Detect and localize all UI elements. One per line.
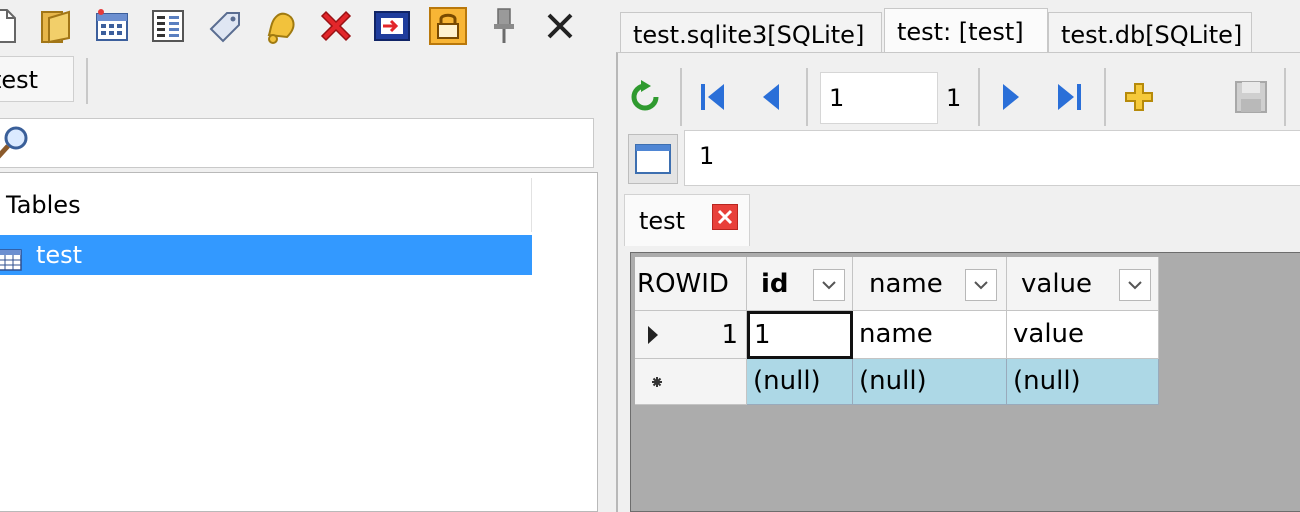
column-header-label: id (761, 269, 789, 299)
tree-item-label: test (36, 241, 83, 269)
doc-tab-label: test: [test] (897, 18, 1024, 46)
nav-separator (1284, 68, 1286, 126)
rowid-value: 1 (721, 320, 738, 350)
search-icon (0, 123, 34, 167)
result-tab-label: test (639, 207, 686, 235)
new-cell-value[interactable]: (null) (1007, 359, 1159, 405)
chevron-down-icon[interactable] (965, 269, 997, 301)
column-header-rowid[interactable]: ROWID (635, 257, 747, 311)
first-record-icon[interactable] (690, 72, 736, 122)
calendar-table-icon[interactable] (92, 4, 132, 48)
pin-icon[interactable] (484, 4, 524, 48)
close-icon[interactable] (540, 4, 580, 48)
doc-tab-2[interactable]: test.db[SQLite] (1048, 12, 1252, 54)
new-row-icon (652, 377, 662, 387)
row-header[interactable]: 1 (635, 311, 747, 359)
nav-separator (1104, 68, 1106, 126)
close-tab-icon[interactable] (712, 204, 738, 230)
page-count: 1 (946, 84, 962, 112)
tree-item-table[interactable]: test (0, 235, 532, 275)
table-cell-value[interactable]: value (1007, 311, 1159, 359)
table-icon (0, 244, 22, 284)
left-panel-tab[interactable]: test (0, 56, 74, 102)
nav-separator (806, 68, 808, 126)
last-record-icon[interactable] (1046, 72, 1092, 122)
left-tab-divider (86, 58, 88, 104)
column-header-label: value (1021, 269, 1093, 299)
doc-tab-0[interactable]: test.sqlite3[SQLite] (620, 12, 882, 54)
new-file-icon[interactable] (0, 4, 22, 48)
tag-icon[interactable] (204, 4, 244, 48)
column-header-id[interactable]: id (747, 257, 853, 311)
column-header-label: name (869, 269, 943, 299)
add-record-icon[interactable] (1116, 72, 1162, 122)
delete-icon[interactable] (316, 4, 356, 48)
list-view-icon[interactable] (148, 4, 188, 48)
lock-icon[interactable] (428, 4, 468, 48)
bell-icon[interactable] (260, 4, 300, 48)
next-record-icon[interactable] (988, 72, 1034, 122)
chevron-down-icon[interactable] (813, 269, 845, 301)
new-cell-name[interactable]: (null) (853, 359, 1007, 405)
table-cell-id[interactable]: 1 (747, 311, 853, 359)
chevron-down-icon[interactable] (1119, 269, 1151, 301)
column-header-label: ROWID (637, 269, 729, 299)
doc-tab-label: test.db[SQLite] (1061, 21, 1243, 49)
new-row-header[interactable] (635, 359, 747, 405)
page-number-input[interactable]: 1 (820, 72, 938, 124)
refresh-icon[interactable] (622, 72, 668, 122)
sql-editor-button[interactable] (628, 134, 678, 184)
pane-splitter[interactable] (598, 0, 616, 501)
sql-query-field[interactable]: 1 (684, 130, 1300, 186)
doc-tab-1[interactable]: test: [test] (884, 8, 1048, 54)
current-row-icon (648, 326, 658, 344)
save-icon[interactable] (1228, 72, 1274, 122)
filter-search-box[interactable] (0, 118, 594, 168)
export-icon[interactable] (372, 4, 412, 48)
nav-separator (978, 68, 980, 126)
left-panel-tab-label: test (0, 66, 39, 94)
prev-record-icon[interactable] (748, 72, 794, 122)
tree-header-tables[interactable]: Tables (0, 178, 532, 232)
data-grid: ROWID id name value 1 1 name value (null… (630, 252, 1300, 512)
window-icon (635, 144, 671, 174)
table-cell-name[interactable]: name (853, 311, 1007, 359)
doc-tab-label: test.sqlite3[SQLite] (633, 21, 865, 49)
column-header-name[interactable]: name (853, 257, 1007, 311)
column-header-value[interactable]: value (1007, 257, 1159, 311)
new-cell-id[interactable]: (null) (747, 359, 853, 405)
open-folder-icon[interactable] (36, 4, 76, 48)
nav-separator (680, 68, 682, 126)
